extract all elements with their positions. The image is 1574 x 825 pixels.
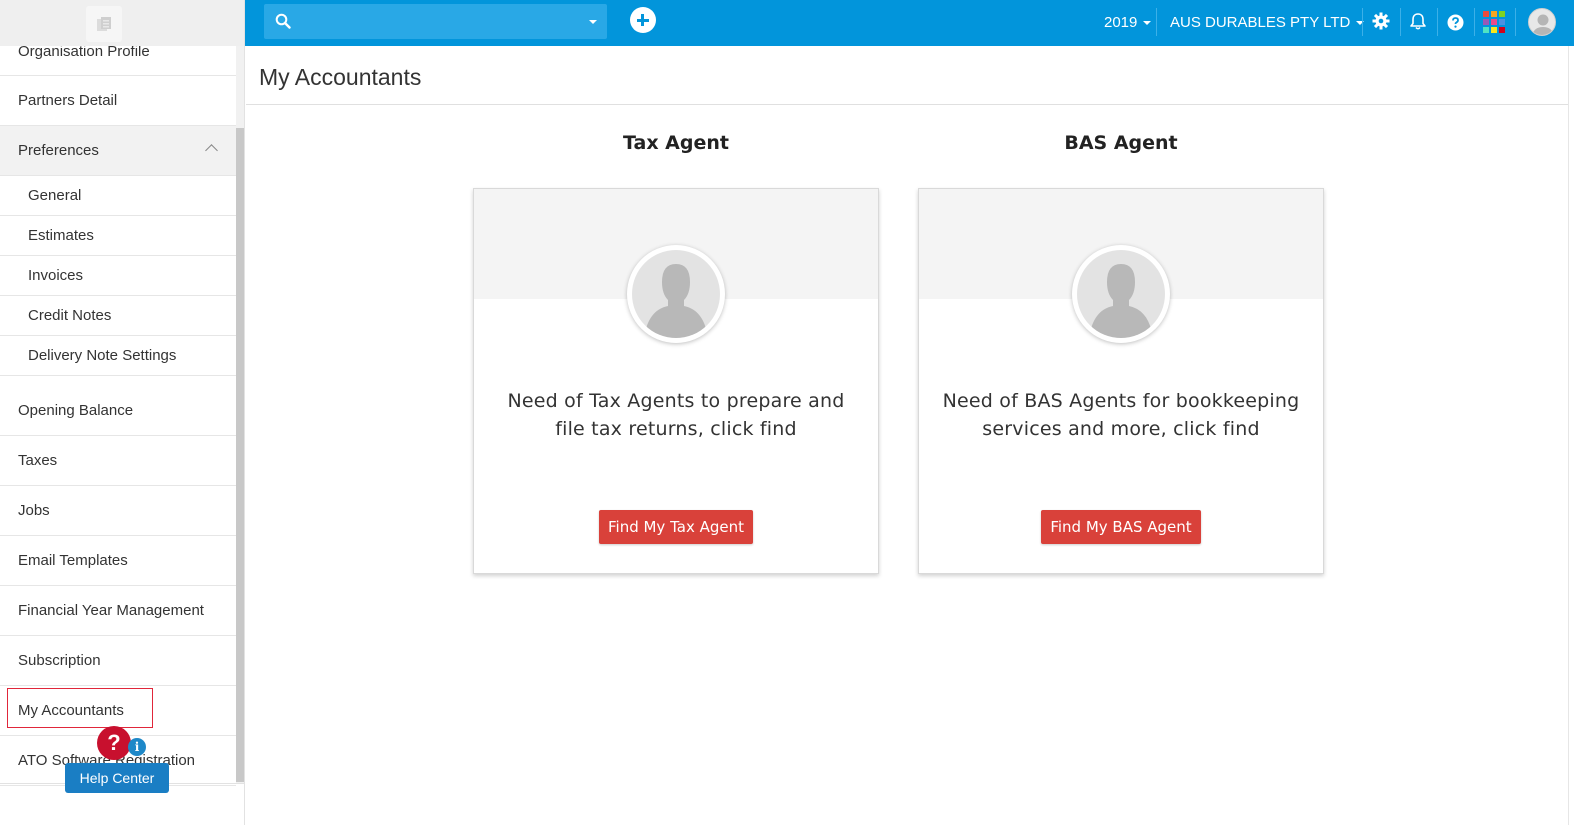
find-bas-agent-button[interactable]: Find My BAS Agent: [1041, 510, 1201, 544]
subnav-item-general[interactable]: General: [0, 176, 236, 216]
find-tax-agent-button[interactable]: Find My Tax Agent: [599, 510, 753, 544]
subnav-item-label: Estimates: [28, 227, 94, 244]
chevron-up-icon[interactable]: [205, 144, 218, 157]
nav-item-email-templates[interactable]: Email Templates: [0, 536, 236, 586]
divider: [1437, 8, 1438, 36]
bell-icon[interactable]: [1409, 12, 1427, 31]
nav-item-label: Partners Detail: [18, 92, 118, 109]
divider: [1362, 8, 1363, 36]
user-silhouette-icon: [1532, 14, 1554, 35]
nav-item-label: Financial Year Management: [18, 602, 204, 619]
year-value: 2019: [1104, 14, 1138, 31]
avatar: [1072, 245, 1170, 343]
nav-item-label: Preferences: [18, 142, 99, 159]
bas-agent-card: Need of BAS Agents for bookkeeping servi…: [918, 188, 1324, 574]
subnav-item-label: Credit Notes: [28, 307, 112, 324]
subnav-item-invoices[interactable]: Invoices: [0, 256, 236, 296]
bas-agent-heading: BAS Agent: [1064, 132, 1178, 154]
bas-agent-description: Need of BAS Agents for bookkeeping servi…: [942, 390, 1300, 440]
sidebar: Organisation Profile Partners Detail Pre…: [0, 0, 245, 825]
help-circle-icon[interactable]: [1447, 14, 1464, 31]
app-logo-icon[interactable]: [86, 6, 122, 42]
tax-agent-heading: Tax Agent: [622, 132, 729, 154]
nav-item-label: Jobs: [18, 502, 50, 519]
button-label: Find My Tax Agent: [607, 518, 744, 536]
caret-down-icon: [1143, 21, 1152, 26]
sidebar-logo-area: [0, 0, 244, 46]
nav-item-subscription[interactable]: Subscription: [0, 636, 236, 686]
nav-item-label: Opening Balance: [18, 402, 134, 419]
search-icon: [275, 13, 291, 29]
subnav-item-label: General: [28, 187, 82, 204]
page-title: My Accountants: [259, 64, 422, 90]
company-selector[interactable]: AUS DURABLES PTY LTD: [1170, 14, 1365, 31]
nav-item-taxes[interactable]: Taxes: [0, 436, 236, 486]
page-right-edge: [1568, 46, 1574, 825]
tax-agent-description: Need of Tax Agents to prepare and file t…: [507, 390, 845, 440]
top-bar: 2019 AUS DURABLES PTY LTD: [245, 0, 1574, 46]
divider: [1400, 8, 1401, 36]
search-input[interactable]: [300, 10, 580, 34]
year-selector[interactable]: 2019: [1104, 14, 1152, 31]
main-content: My Accountants Tax Agent Need of Tax Age…: [246, 46, 1568, 825]
gear-icon[interactable]: [1372, 12, 1390, 30]
person-placeholder-icon: [644, 264, 708, 338]
apps-grid-icon[interactable]: [1483, 11, 1505, 33]
subnav-item-credit-notes[interactable]: Credit Notes: [0, 296, 236, 336]
nav-item-financial-year-management[interactable]: Financial Year Management: [0, 586, 236, 636]
search-box[interactable]: [264, 4, 607, 39]
settings-nav: Organisation Profile Partners Detail Pre…: [0, 28, 236, 786]
nav-item-label: My Accountants: [18, 702, 124, 719]
nav-item-preferences[interactable]: Preferences: [0, 126, 236, 176]
divider: [1474, 8, 1475, 36]
subnav-item-label: Invoices: [28, 267, 84, 284]
tax-agent-card: Need of Tax Agents to prepare and file t…: [473, 188, 879, 574]
divider: [1515, 8, 1516, 36]
add-new-button[interactable]: [630, 7, 656, 33]
nav-item-jobs[interactable]: Jobs: [0, 486, 236, 536]
nav-item-partners-detail[interactable]: Partners Detail: [0, 76, 236, 126]
divider: [246, 104, 1568, 105]
caret-down-icon: [1356, 21, 1365, 26]
nav-item-label: Subscription: [18, 652, 101, 669]
info-icon[interactable]: i: [128, 738, 146, 756]
sidebar-scrollbar-thumb[interactable]: [236, 128, 244, 782]
button-label: Find My BAS Agent: [1050, 518, 1192, 536]
subnav-spacer: [0, 376, 236, 386]
nav-item-label: Email Templates: [18, 552, 128, 569]
company-name: AUS DURABLES PTY LTD: [1170, 14, 1351, 31]
nav-item-label: Taxes: [18, 452, 58, 469]
search-dropdown-caret-icon[interactable]: [589, 20, 597, 24]
avatar: [627, 245, 725, 343]
subnav-item-delivery-note-settings[interactable]: Delivery Note Settings: [0, 336, 236, 376]
help-question-icon[interactable]: ?: [97, 726, 131, 760]
person-placeholder-icon: [1089, 264, 1153, 338]
subnav-item-label: Delivery Note Settings: [28, 347, 177, 364]
help-center-button[interactable]: Help Center: [65, 763, 169, 793]
user-avatar[interactable]: [1528, 8, 1556, 36]
subnav-item-estimates[interactable]: Estimates: [0, 216, 236, 256]
help-center-label: Help Center: [79, 770, 155, 786]
nav-item-opening-balance[interactable]: Opening Balance: [0, 386, 236, 436]
divider: [1156, 8, 1157, 36]
